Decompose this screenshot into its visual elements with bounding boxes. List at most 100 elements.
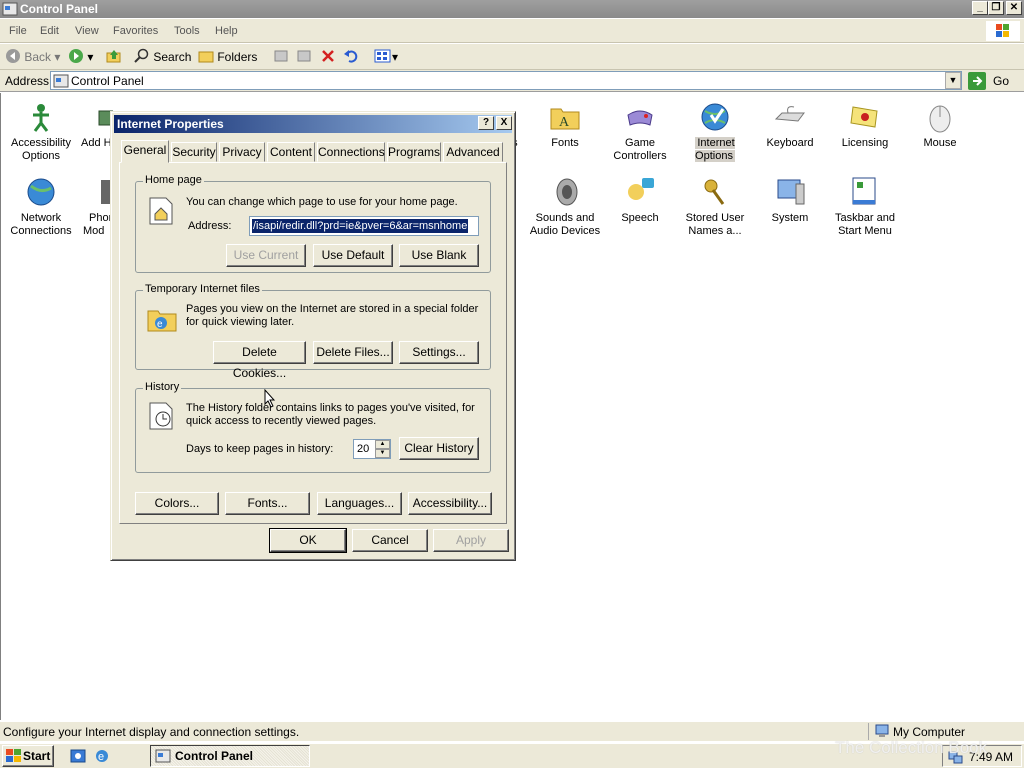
menu-view[interactable]: View [75,25,99,37]
taskbar-control-panel-button[interactable]: Control Panel [150,745,310,767]
item-label: Fonts [551,137,579,149]
watermark-text: The Collection Book [835,738,988,757]
svg-text:e: e [157,319,163,330]
history-group: History The History folder contains link… [135,381,491,473]
menu-bar: File Edit View Favorites Tools Help [0,19,1024,43]
days-down-button[interactable]: ▼ [375,449,390,458]
tab-privacy[interactable]: Privacy [219,142,265,162]
use-blank-button[interactable]: Use Blank [399,244,479,267]
delete-button[interactable] [320,48,336,66]
up-folder-button[interactable] [106,48,122,66]
delete-files-button[interactable]: Delete Files... [313,341,393,364]
copy-to-icon [297,50,311,62]
move-to-button[interactable] [273,48,289,66]
back-arrow-icon [6,49,20,63]
delete-cookies-button[interactable]: Delete Cookies... [213,341,306,380]
forward-button[interactable]: ▾ [68,48,93,66]
tab-connections[interactable]: Connections [317,142,385,162]
item-accessibility-options[interactable]: Accessibility Options [5,97,77,163]
tab-advanced[interactable]: Advanced [443,142,503,162]
menu-file[interactable]: File [9,25,27,37]
settings-button[interactable]: Settings... [399,341,479,364]
tab-programs[interactable]: Programs [387,142,441,162]
windows-logo-icon [986,21,1020,41]
colors-button[interactable]: Colors... [135,492,219,515]
fonts-button[interactable]: Fonts... [225,492,310,515]
item-label: Network Connections [10,212,72,237]
temp-files-folder-icon: e [147,310,177,332]
homepage-address-input[interactable]: /isapi/redir.dll?prd=ie&pver=6&ar=msnhom… [249,216,479,236]
use-default-button[interactable]: Use Default [313,244,393,267]
item-label: Stored User Names a... [685,212,745,237]
status-zone-label: My Computer [893,725,966,739]
address-input[interactable]: Control Panel ▼ [50,71,962,90]
item-label: Accessibility Options [11,137,71,162]
go-label: Go [993,74,1010,88]
move-to-icon [274,50,288,62]
address-dropdown-button[interactable]: ▼ [945,72,961,89]
item-sounds-audio[interactable]: Sounds and Audio Devices [529,172,601,238]
cancel-button[interactable]: Cancel [352,529,428,552]
clear-history-button[interactable]: Clear History [399,437,479,460]
start-label: Start [23,749,51,763]
item-system[interactable]: System [754,172,826,225]
restore-button[interactable]: ❐ [988,1,1004,15]
search-label: Search [153,50,192,64]
quicklaunch-ie-icon[interactable]: e [94,748,110,764]
item-game-controllers[interactable]: Game Controllers [604,97,676,163]
tab-general[interactable]: General [121,140,169,163]
item-mouse[interactable]: Mouse [904,97,976,150]
tab-content[interactable]: Content [267,142,315,162]
item-internet-options[interactable]: Internet Options [679,97,751,163]
item-label: Phon Mod [83,212,113,237]
copy-to-button[interactable] [296,48,312,66]
accessibility-button[interactable]: Accessibility... [408,492,492,515]
internet-options-globe-icon [701,103,729,131]
dialog-title: Internet Properties [117,117,224,131]
days-value: 20 [357,443,370,455]
item-fonts[interactable]: A Fonts [529,97,601,150]
languages-button[interactable]: Languages... [317,492,402,515]
menu-tools[interactable]: Tools [174,25,200,37]
days-label: Days to keep pages in history: [186,443,334,455]
tab-security[interactable]: Security [171,142,217,162]
menu-edit[interactable]: Edit [40,25,59,37]
undo-button[interactable] [343,48,359,66]
taskbar: Start e Control Panel 7:49 AM The Collec… [0,738,1024,768]
dialog-titlebar[interactable]: Internet Properties ? X [114,115,512,133]
item-network-connections[interactable]: Network Connections [5,172,77,238]
homepage-address-value: /isapi/redir.dll?prd=ie&pver=6&ar=msnhom… [252,219,469,233]
ok-button[interactable]: OK [269,528,347,553]
start-button[interactable]: Start [2,745,54,767]
item-licensing[interactable]: Licensing [829,97,901,150]
folders-button[interactable]: Folders [198,48,257,66]
item-stored-user-names[interactable]: Stored User Names a... [679,172,751,238]
dialog-close-button[interactable]: X [496,116,512,130]
homepage-group: Home page You can change which page to u… [135,174,491,273]
folders-label: Folders [217,50,258,64]
item-add-hardware[interactable]: Add H [77,97,113,150]
menu-help[interactable]: Help [215,25,238,37]
help-button[interactable]: ? [478,116,494,130]
apply-button[interactable]: Apply [433,529,509,552]
item-keyboard[interactable]: Keyboard [754,97,826,150]
window-title: Control Panel [20,2,99,16]
window-titlebar[interactable]: Control Panel _ ❐ ✕ [0,0,1024,18]
search-button[interactable]: Search [134,48,191,66]
item-label: Internet Options [695,137,735,162]
use-current-button[interactable]: Use Current [226,244,306,267]
item-speech[interactable]: Speech [604,172,676,225]
back-button[interactable]: Back ▾ [5,48,60,66]
days-up-button[interactable]: ▲ [375,440,390,449]
days-stepper[interactable]: 20 ▲ ▼ [353,439,391,459]
views-button[interactable]: ▾ [374,48,398,66]
menu-favorites[interactable]: Favorites [113,25,158,37]
delete-x-icon [322,50,334,62]
fonts-folder-icon: A [550,108,580,130]
quicklaunch-desktop-icon[interactable] [70,748,86,764]
item-taskbar-start-menu[interactable]: Taskbar and Start Menu [829,172,901,238]
item-label: System [771,212,809,224]
minimize-button[interactable]: _ [972,1,988,15]
item-phone-modem[interactable]: Phon Mod [83,172,113,238]
close-window-button[interactable]: ✕ [1006,1,1022,15]
